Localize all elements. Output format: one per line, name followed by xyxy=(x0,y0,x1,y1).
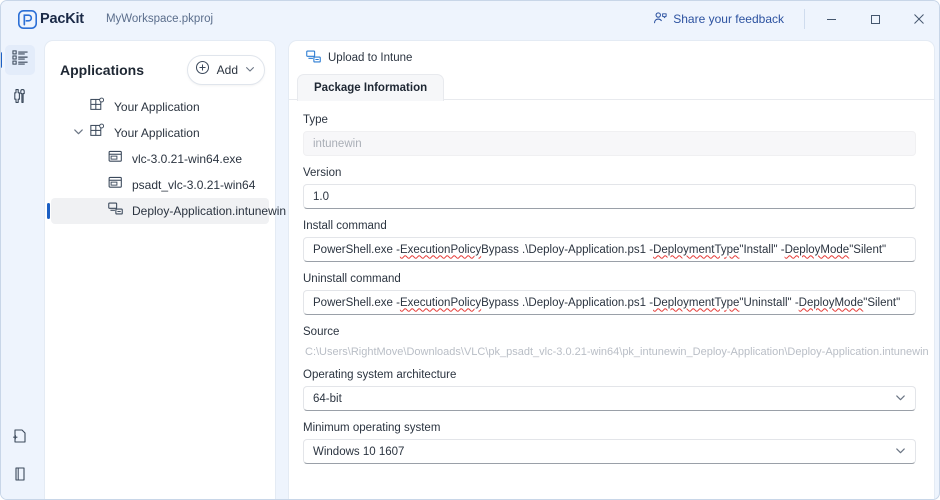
documentation-button[interactable] xyxy=(5,461,35,491)
sidebar-item-applications[interactable] xyxy=(1,45,35,75)
app-package-icon xyxy=(89,97,105,117)
tree-item[interactable]: Deploy-Application.intunewin xyxy=(47,198,286,224)
minimum-os-select[interactable]: Windows 10 1607 xyxy=(303,439,916,464)
minimize-button[interactable] xyxy=(809,2,853,36)
executable-icon xyxy=(108,175,123,195)
application-tree: Your Application Your Application vlc-3.0.… xyxy=(45,91,286,224)
field-label-install-command: Install command xyxy=(303,220,387,232)
version-input[interactable]: 1.0 xyxy=(303,184,916,209)
tree-item[interactable]: Your Application xyxy=(51,94,269,120)
intune-upload-icon xyxy=(306,49,321,67)
list-icon xyxy=(11,49,29,71)
app-window: PacKit MyWorkspace.pkproj Share your fee… xyxy=(0,0,940,500)
upload-to-intune-button[interactable]: Upload to Intune xyxy=(300,46,418,70)
close-button[interactable] xyxy=(897,2,939,36)
spellcheck-word: ExecutionPolicy xyxy=(399,243,482,256)
spellcheck-word: DeployMode xyxy=(784,243,850,256)
packit-logo-icon xyxy=(18,9,37,29)
expand-chevron-icon[interactable] xyxy=(69,124,87,142)
field-minimum-os: Minimum operating system Windows 10 1607 xyxy=(303,422,916,464)
titlebar-divider xyxy=(804,9,805,29)
chevron-down-icon xyxy=(895,392,906,406)
chevron-down-icon xyxy=(73,124,84,142)
tree-item-icon-wrap xyxy=(87,123,107,143)
feedback-person-icon xyxy=(653,11,667,28)
intune-package-icon xyxy=(107,201,123,221)
main-toolbar: Upload to Intune xyxy=(289,41,934,74)
title-bar: PacKit MyWorkspace.pkproj Share your fee… xyxy=(1,1,939,37)
spellcheck-word: DeployMode xyxy=(798,296,864,309)
chevron-down-icon xyxy=(895,445,906,459)
tree-item[interactable]: vlc-3.0.21-win64.exe xyxy=(51,146,269,172)
add-application-button[interactable]: Add xyxy=(186,55,265,85)
tree-item[interactable]: psadt_vlc-3.0.21-win64 xyxy=(51,172,269,198)
title-bar-controls: Share your feedback xyxy=(643,1,939,37)
spellcheck-word: ExecutionPolicy xyxy=(399,296,482,309)
os-architecture-select[interactable]: 64-bit xyxy=(303,386,916,411)
field-label-uninstall-command: Uninstall command xyxy=(303,273,401,285)
book-icon xyxy=(12,466,28,487)
field-label-source: Source xyxy=(303,326,340,338)
uninstall-command-input[interactable]: PowerShell.exe - ExecutionPolicy Bypass .… xyxy=(303,290,916,315)
tools-icon xyxy=(12,88,28,109)
tree-item-label: Deploy-Application.intunewin xyxy=(132,204,287,218)
field-uninstall-command: Uninstall command PowerShell.exe - Executi… xyxy=(303,273,916,315)
tree-item-icon-wrap xyxy=(87,97,107,117)
field-type: Type intunewin xyxy=(303,114,916,156)
sidebar-item-tools[interactable] xyxy=(5,83,35,113)
type-input: intunewin xyxy=(303,131,916,156)
executable-icon xyxy=(108,149,123,169)
tree-item-label: Your Application xyxy=(114,126,200,140)
field-label-version: Version xyxy=(303,167,342,179)
field-install-command: Install command PowerShell.exe - Execution… xyxy=(303,220,916,262)
tree-item-icon-wrap xyxy=(105,201,125,221)
source-value: C:\Users\RightMove\Downloads\VLC\pk_psad… xyxy=(305,346,929,358)
package-information-form: Type intunewin Version 1.0 Install command Po… xyxy=(289,100,934,464)
applications-panel-header: Applications Add xyxy=(45,41,275,91)
tab-package-information[interactable]: Package Information xyxy=(297,74,445,101)
chevron-down-icon xyxy=(245,61,255,79)
tree-item-label: Your Application xyxy=(114,100,200,114)
field-label-minimum-os: Minimum operating system xyxy=(303,422,441,434)
os-architecture-selected-value: 64-bit xyxy=(313,392,342,405)
applications-panel: Applications Add Your Application Your A… xyxy=(45,41,286,499)
field-os-architecture: Operating system architecture 64-bit xyxy=(303,369,916,411)
new-document-icon xyxy=(12,428,28,449)
minimum-os-selected-value: Windows 10 1607 xyxy=(313,445,405,458)
app-logo: PacKit xyxy=(18,9,84,29)
workspace-filename: MyWorkspace.pkproj xyxy=(105,13,214,25)
panel-title: Applications xyxy=(60,62,145,78)
new-project-button[interactable] xyxy=(5,423,35,453)
field-version: Version 1.0 xyxy=(303,167,916,209)
tree-item-label: psadt_vlc-3.0.21-win64 xyxy=(132,178,256,192)
maximize-button[interactable] xyxy=(853,2,897,36)
plus-circle-icon xyxy=(195,60,210,80)
upload-to-intune-label: Upload to Intune xyxy=(328,51,413,64)
field-label-os-architecture: Operating system architecture xyxy=(303,369,457,381)
spellcheck-word: DeploymentType xyxy=(653,296,740,309)
install-command-input[interactable]: PowerShell.exe - ExecutionPolicy Bypass .… xyxy=(303,237,916,262)
field-label-type: Type xyxy=(303,114,328,126)
field-source: Source C:\Users\RightMove\Downloads\VLC\p… xyxy=(303,326,929,358)
add-button-label: Add xyxy=(216,63,238,77)
tab-label: Package Information xyxy=(314,82,428,94)
tree-item-icon-wrap xyxy=(105,149,125,169)
app-name-label: PacKit xyxy=(40,11,84,27)
share-feedback-label: Share your feedback xyxy=(673,12,784,26)
left-rail xyxy=(1,37,39,499)
share-feedback-button[interactable]: Share your feedback xyxy=(643,7,794,32)
spellcheck-word: DeploymentType xyxy=(653,243,740,256)
tab-strip: Package Information xyxy=(289,74,934,101)
app-package-icon xyxy=(89,123,105,143)
package-details-panel: Upload to Intune Package Information Typ… xyxy=(289,41,934,499)
tree-item-label: vlc-3.0.21-win64.exe xyxy=(132,152,243,166)
tree-item-icon-wrap xyxy=(105,175,125,195)
tree-item[interactable]: Your Application xyxy=(51,120,269,146)
